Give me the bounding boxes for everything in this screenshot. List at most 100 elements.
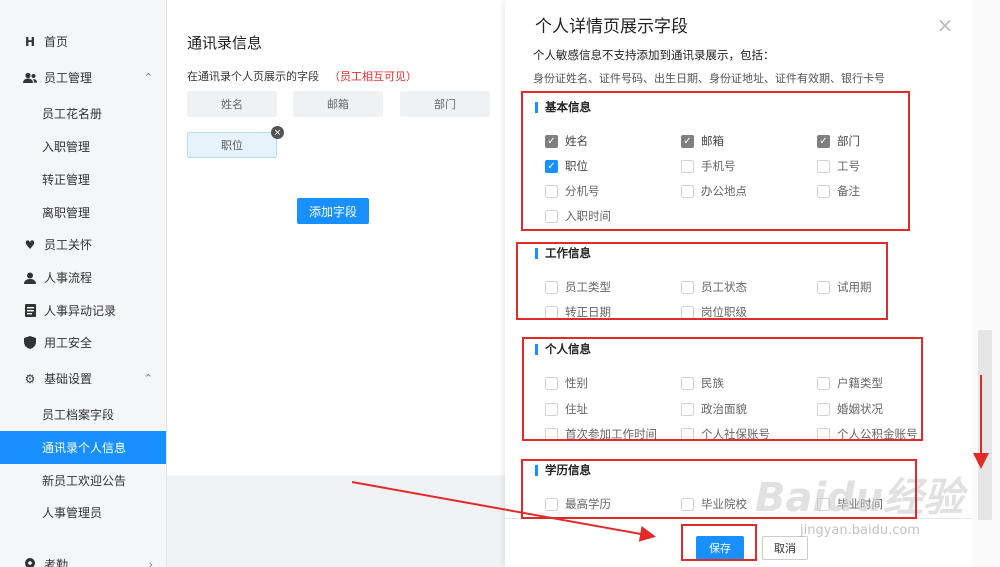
sidebar-item-hr-changes[interactable]: 人事异动记录 [0,294,166,327]
checkbox-label: 员工类型 [565,280,611,294]
checkbox-gender[interactable]: 性别 [545,375,588,391]
checkbox-email[interactable]: ✓ 邮箱 [681,133,724,149]
checkbox-label: 工号 [837,159,860,173]
checkbox-probation[interactable]: 试用期 [817,279,872,295]
checkbox-box [681,376,694,390]
sidebar-item-basic-settings[interactable]: ⚙ 基础设置 ⌃ [0,362,166,395]
checkbox-box [681,402,694,416]
checkbox-box [817,376,830,390]
sidebar-item-label: 首页 [44,35,69,49]
checkbox-name[interactable]: ✓ 姓名 [545,133,588,149]
checkbox-label: 试用期 [837,280,872,294]
sidebar-item-attendance[interactable]: 考勤 › [0,548,166,567]
checkbox-employee-type[interactable]: 员工类型 [545,279,611,295]
checkbox-first-work-date[interactable]: 首次参加工作时间 [545,426,657,442]
field-chip-email[interactable]: 邮箱 [293,91,383,117]
users-icon [23,71,37,85]
checkbox-checked-icon: ✓ [545,134,558,148]
page-title: 通讯录信息 [187,34,263,52]
sidebar-item-label: 用工安全 [44,336,93,350]
add-field-button[interactable]: 添加字段 [297,198,369,224]
checkbox-label: 员工状态 [701,280,747,294]
checkbox-label: 性别 [565,376,588,390]
sidebar-subitem-archive-fields[interactable]: 员工档案字段 [0,398,166,431]
close-icon[interactable]: × [935,13,955,37]
sidebar-subitem-resignation[interactable]: 离职管理 [0,196,166,229]
checkbox-label: 备注 [837,184,860,198]
section-marker [535,343,538,355]
sidebar-subitem-regularization[interactable]: 转正管理 [0,163,166,196]
save-button[interactable]: 保存 [696,536,744,560]
checkbox-ethnicity[interactable]: 民族 [681,375,724,391]
checkbox-political-status[interactable]: 政治面貌 [681,401,747,417]
checkbox-highest-degree[interactable]: 最高学历 [545,496,611,512]
field-chip-department[interactable]: 部门 [400,91,490,117]
checkbox-employee-id[interactable]: 工号 [817,158,860,174]
checkbox-department[interactable]: ✓ 部门 [817,133,860,149]
checkbox-box [681,280,694,294]
checkbox-graduate-school[interactable]: 毕业院校 [681,496,747,512]
shield-icon [23,336,37,350]
sensitive-info-note: 个人敏感信息不支持添加到通讯录展示，包括： [533,48,775,62]
checkbox-regularization-date[interactable]: 转正日期 [545,304,611,320]
checkbox-hire-date[interactable]: 入职时间 [545,208,611,224]
checkbox-label: 个人公积金账号 [837,427,918,441]
section-marker [535,101,538,113]
sidebar-item-employee-management[interactable]: 员工管理 ⌃ [0,61,166,94]
remove-chip-icon[interactable]: × [271,126,284,139]
checkbox-social-security[interactable]: 个人社保账号 [681,426,770,442]
checkbox-address[interactable]: 住址 [545,401,588,417]
field-chip-name[interactable]: 姓名 [187,91,277,117]
sidebar-subitem-hr-admin[interactable]: 人事管理员 [0,496,166,529]
cancel-button[interactable]: 取消 [762,536,808,560]
checkbox-housing-fund[interactable]: 个人公积金账号 [817,426,918,442]
checkbox-label: 办公地点 [701,184,747,198]
sidebar-item-label: 人事异动记录 [44,304,117,318]
field-chip-position[interactable]: 职位 [187,132,277,158]
checkbox-phone[interactable]: 手机号 [681,158,736,174]
checkbox-box [817,184,830,198]
checkbox-household-type[interactable]: 户籍类型 [817,375,883,391]
section-basic-info: 基本信息 [535,99,591,115]
sidebar-item-label: 员工关怀 [44,238,93,252]
sidebar-subitem-contact-info[interactable]: 通讯录个人信息 [0,431,166,464]
checkbox-box [545,280,558,294]
sidebar-item-employee-care[interactable]: ♥ 员工关怀 [0,228,166,261]
checkbox-box [681,159,694,173]
checkbox-remark[interactable]: 备注 [817,183,860,199]
sidebar-subitem-onboarding[interactable]: 入职管理 [0,130,166,163]
section-title: 基本信息 [545,100,591,114]
checkbox-label: 手机号 [701,159,736,173]
watermark-url: jingyan.baidu.com [800,523,920,538]
checkbox-extension[interactable]: 分机号 [545,183,600,199]
checkbox-box [681,184,694,198]
scrollbar-thumb[interactable] [978,330,992,520]
section-marker [535,464,538,476]
checkbox-office-location[interactable]: 办公地点 [681,183,747,199]
checkbox-label: 个人社保账号 [701,427,770,441]
sidebar-item-work-safety[interactable]: 用工安全 [0,326,166,359]
sidebar-item-home[interactable]: H 首页 [0,25,166,58]
checkbox-checked-icon: ✓ [545,159,558,173]
checkbox-employee-status[interactable]: 员工状态 [681,279,747,295]
sidebar-subitem-roster[interactable]: 员工花名册 [0,97,166,130]
section-personal-info: 个人信息 [535,341,591,357]
field-hint-text: 在通讯录个人页展示的字段 [187,70,319,83]
checkbox-marital-status[interactable]: 婚姻状况 [817,401,883,417]
checkbox-label: 姓名 [565,134,588,148]
checkbox-box [681,427,694,441]
sidebar-item-hr-process[interactable]: 人事流程 [0,261,166,294]
heart-icon: ♥ [24,237,36,252]
checkbox-label: 户籍类型 [837,376,883,390]
checkbox-label: 邮箱 [701,134,724,148]
checkbox-checked-icon: ✓ [817,134,830,148]
panel-title: 个人详情页展示字段 [535,17,688,37]
checkbox-checked-icon: ✓ [681,134,694,148]
checkbox-position[interactable]: ✓ 职位 [545,158,588,174]
checkbox-label: 岗位职级 [701,305,747,319]
sidebar-item-label: 人事流程 [44,271,93,285]
section-title: 工作信息 [545,246,591,260]
checkbox-job-level[interactable]: 岗位职级 [681,304,747,320]
sidebar-subitem-welcome-notice[interactable]: 新员工欢迎公告 [0,464,166,497]
section-work-info: 工作信息 [535,245,591,261]
